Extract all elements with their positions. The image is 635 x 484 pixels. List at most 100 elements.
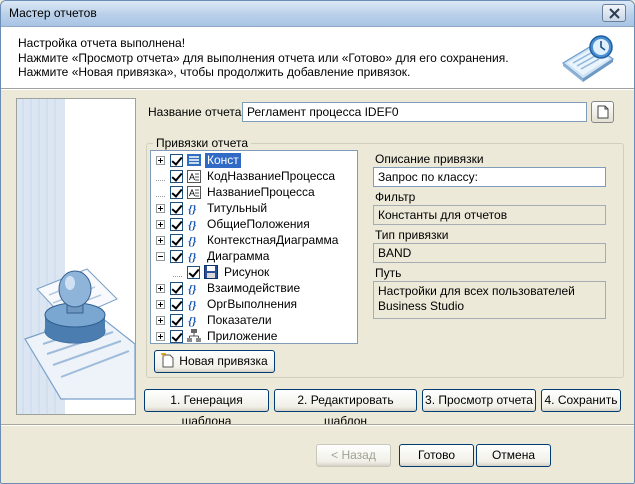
document-icon: [597, 105, 609, 119]
text-field-icon: A: [186, 184, 202, 200]
tree-item-checkbox[interactable]: [170, 153, 183, 167]
list-icon: [186, 152, 202, 168]
close-button[interactable]: [602, 4, 626, 22]
tree-item-checkbox[interactable]: [170, 281, 183, 295]
tree-item-checkbox[interactable]: [170, 217, 183, 231]
new-binding-button[interactable]: Новая привязка: [154, 350, 275, 373]
tree-item[interactable]: {} ОргВыполнения: [156, 296, 299, 312]
tree-item-label: Титульный: [207, 200, 268, 215]
svg-text:{}: {}: [188, 234, 197, 247]
path-label: Путь: [375, 266, 402, 280]
stamp-documents-icon: [17, 99, 136, 414]
filter-value: Константы для отчетов: [373, 205, 606, 225]
tree-connector: [173, 268, 182, 277]
tree-item-label: ОргВыполнения: [207, 296, 298, 311]
tree-item-label: КодНазваниеПроцесса: [207, 168, 336, 183]
tree-item-label: Диаграмма: [207, 248, 270, 263]
preview-report-button[interactable]: 3. Просмотр отчета: [422, 389, 536, 412]
new-binding-label: Новая привязка: [179, 354, 268, 368]
tree-item-checkbox[interactable]: [170, 169, 183, 183]
tree-item[interactable]: Конст: [156, 152, 241, 168]
bindings-tree[interactable]: Конст A КодНазваниеПроцесса A НазваниеПроцес…: [150, 150, 358, 344]
tree-item[interactable]: {} Титульный: [156, 200, 269, 216]
braces-icon: {}: [186, 216, 202, 232]
braces-icon: {}: [186, 280, 202, 296]
expand-icon[interactable]: [156, 155, 165, 165]
tree-item[interactable]: {} Взаимодействие: [156, 280, 302, 296]
save-button[interactable]: 4. Сохранить: [541, 389, 621, 412]
tree-item-checkbox[interactable]: [170, 233, 183, 247]
footer-separator: [1, 424, 634, 426]
binding-type-value: BAND: [373, 243, 606, 263]
tree-item-label: Рисунок: [224, 264, 270, 279]
svg-text:{}: {}: [188, 298, 197, 311]
tree-item-checkbox[interactable]: [170, 329, 183, 343]
tree-item-label: НазваниеПроцесса: [207, 184, 315, 199]
description-field[interactable]: Запрос по классу:: [373, 167, 606, 187]
tree-item[interactable]: A КодНазваниеПроцесса: [156, 168, 337, 184]
header-instructions: Нажмите «Просмотр отчета» для выполнения…: [18, 51, 509, 79]
tree-item[interactable]: Рисунок: [173, 264, 271, 280]
description-label: Описание привязки: [375, 152, 484, 166]
expand-icon[interactable]: [156, 331, 165, 341]
floppy-icon: [203, 264, 219, 280]
svg-text:{}: {}: [188, 218, 197, 231]
tree-item[interactable]: {} Показатели: [156, 312, 274, 328]
edit-template-button[interactable]: 2. Редактировать шаблон: [274, 389, 417, 428]
braces-icon: {}: [186, 296, 202, 312]
svg-text:{}: {}: [188, 314, 197, 327]
tree-item-label: Приложение: [207, 328, 278, 343]
tree-item-checkbox[interactable]: [170, 249, 183, 263]
title-bar[interactable]: Мастер отчетов: [1, 1, 634, 27]
browse-button[interactable]: [591, 101, 614, 123]
tree-item-checkbox[interactable]: [170, 185, 183, 199]
finish-button[interactable]: Готово: [399, 444, 474, 467]
expand-icon[interactable]: [156, 283, 165, 293]
tree-item-label: КонтекстнаяДиаграмма: [207, 232, 339, 247]
expand-icon[interactable]: [156, 219, 165, 229]
close-icon: [609, 8, 620, 19]
svg-text:A: A: [189, 188, 195, 198]
report-clock-icon: [561, 35, 615, 82]
tree-item[interactable]: A НазваниеПроцесса: [156, 184, 317, 200]
tree-item-label: ОбщиеПоложения: [207, 216, 310, 231]
hierarchy-icon: [186, 328, 202, 343]
tree-item-checkbox[interactable]: [170, 313, 183, 327]
text-field-icon: A: [186, 168, 202, 184]
wizard-side-image: [16, 98, 136, 415]
report-wizard-window: Мастер отчетов Настройка отчета выполнен…: [0, 0, 635, 484]
braces-icon: {}: [186, 248, 202, 264]
svg-text:{}: {}: [188, 250, 197, 263]
tree-item[interactable]: Приложение: [156, 328, 279, 343]
tree-item-label: Взаимодействие: [207, 280, 301, 295]
tree-item[interactable]: {} ОбщиеПоложения: [156, 216, 312, 232]
svg-text:{}: {}: [188, 202, 197, 215]
tree-item-checkbox[interactable]: [187, 265, 200, 279]
tree-item-checkbox[interactable]: [170, 297, 183, 311]
tree-connector: [156, 188, 165, 197]
expand-icon[interactable]: [156, 315, 165, 325]
tree-item-label: Конст: [205, 152, 241, 168]
tree-item-label: Показатели: [207, 312, 272, 327]
path-value: Настройки для всех пользователей Busines…: [373, 281, 606, 319]
back-button[interactable]: < Назад: [316, 444, 391, 467]
header-separator: [1, 89, 634, 91]
tree-item-checkbox[interactable]: [170, 201, 183, 215]
svg-text:{}: {}: [188, 282, 197, 295]
tree-item[interactable]: {} Диаграмма: [156, 248, 271, 264]
header-status-text: Настройка отчета выполнена!: [18, 36, 186, 50]
generate-template-button[interactable]: 1. Генерация шаблона: [144, 389, 269, 428]
wizard-header: Настройка отчета выполнена! Нажмите «Про…: [1, 27, 634, 89]
tree-item[interactable]: {} КонтекстнаяДиаграмма: [156, 232, 340, 248]
bindings-group-label: Привязки отчета: [153, 136, 251, 150]
report-name-label: Название отчета:: [148, 105, 245, 119]
collapse-icon[interactable]: [156, 251, 165, 261]
window-title: Мастер отчетов: [9, 6, 97, 20]
report-name-input[interactable]: Регламент процесса IDEF0: [242, 102, 587, 122]
expand-icon[interactable]: [156, 235, 165, 245]
expand-icon[interactable]: [156, 203, 165, 213]
filter-label: Фильтр: [375, 190, 416, 204]
expand-icon[interactable]: [156, 299, 165, 309]
new-document-icon: [161, 353, 174, 368]
cancel-button[interactable]: Отмена: [476, 444, 551, 467]
